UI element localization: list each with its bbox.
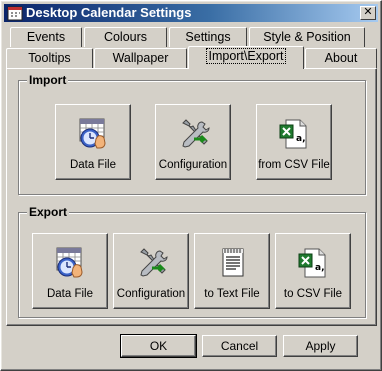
tab-style-position[interactable]: Style & Position <box>249 27 365 47</box>
apply-button[interactable]: Apply <box>283 335 358 357</box>
tab-about[interactable]: About <box>305 48 377 68</box>
close-icon: ✕ <box>363 6 373 18</box>
button-label: Configuration <box>158 159 228 171</box>
ok-button[interactable]: OK <box>120 334 197 358</box>
tab-label: Events <box>26 30 66 44</box>
app-calendar-icon <box>7 6 23 21</box>
tools-icon <box>176 117 210 151</box>
tab-label: Wallpaper <box>112 51 169 65</box>
text-file-icon <box>215 246 249 280</box>
calendar-clock-icon <box>76 117 110 151</box>
import-data-file-button[interactable]: Data File <box>55 104 131 180</box>
title-bar[interactable]: Desktop Calendar Settings ✕ <box>4 4 378 22</box>
settings-window: Desktop Calendar Settings ✕ Events Colou… <box>0 0 382 371</box>
tab-wallpaper[interactable]: Wallpaper <box>94 48 187 68</box>
button-label: Data File <box>46 288 94 300</box>
calendar-clock-icon <box>53 246 87 280</box>
export-csv-button[interactable]: to CSV File <box>275 233 351 309</box>
apply-label: Apply <box>305 339 336 353</box>
export-group: Export Data File Configuration to Text F… <box>18 205 366 318</box>
import-csv-button[interactable]: from CSV File <box>256 104 332 180</box>
excel-csv-icon <box>277 117 311 151</box>
export-data-file-button[interactable]: Data File <box>32 233 108 309</box>
cancel-button[interactable]: Cancel <box>202 335 277 357</box>
close-button[interactable]: ✕ <box>360 6 376 20</box>
button-label: Configuration <box>116 288 186 300</box>
window-title: Desktop Calendar Settings <box>26 5 192 20</box>
import-configuration-button[interactable]: Configuration <box>155 104 231 180</box>
tab-label: About <box>324 51 358 65</box>
tab-colours[interactable]: Colours <box>84 27 167 47</box>
tab-label: Style & Position <box>263 30 351 44</box>
import-group: Import Data File Configuration from CSV … <box>18 73 366 195</box>
tab-label: Import\Export <box>206 48 286 64</box>
tab-label: Tooltips <box>28 51 71 65</box>
button-label: from CSV File <box>258 159 330 171</box>
import-export-panel: Import Data File Configuration from CSV … <box>6 68 377 326</box>
export-group-title: Export <box>27 205 70 219</box>
import-group-title: Import <box>27 73 69 87</box>
tab-import-export[interactable]: Import\Export <box>188 46 304 69</box>
tab-label: Colours <box>103 30 148 44</box>
tab-settings[interactable]: Settings <box>169 27 247 47</box>
tab-label: Settings <box>185 30 231 44</box>
export-configuration-button[interactable]: Configuration <box>113 233 189 309</box>
button-label: Data File <box>69 159 117 171</box>
tab-events[interactable]: Events <box>10 27 82 47</box>
tab-tooltips[interactable]: Tooltips <box>6 48 93 68</box>
excel-csv-icon <box>296 246 330 280</box>
button-label: to CSV File <box>283 288 343 300</box>
tools-icon <box>134 246 168 280</box>
cancel-label: Cancel <box>220 339 259 353</box>
ok-label: OK <box>149 339 168 353</box>
button-label: to Text File <box>204 288 260 300</box>
export-text-file-button[interactable]: to Text File <box>194 233 270 309</box>
